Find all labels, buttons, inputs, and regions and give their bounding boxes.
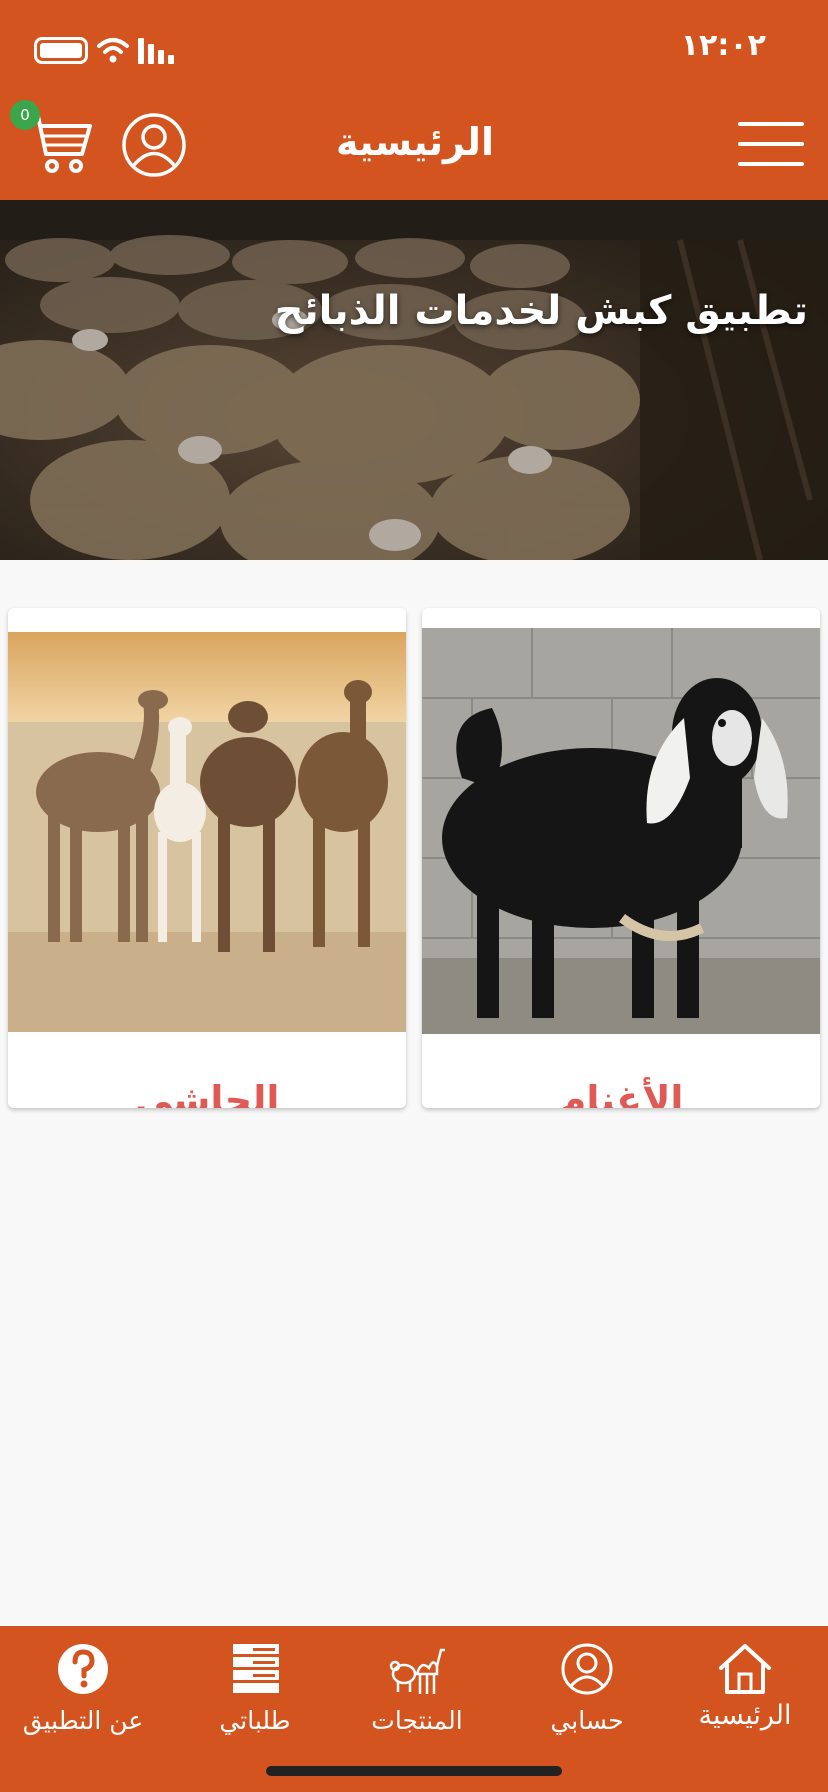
wifi-icon: [97, 38, 129, 63]
nav-item-orders[interactable]: طلباتي: [180, 1640, 330, 1750]
category-label-sheep: الأغنام: [558, 1078, 684, 1108]
nav-item-home[interactable]: الرئيسية: [670, 1640, 820, 1750]
nav-label-about: عن التطبيق: [22, 1706, 144, 1735]
profile-icon[interactable]: [121, 112, 187, 178]
category-label-camels: الحاشي: [134, 1078, 280, 1108]
goat-photo: [422, 628, 820, 1034]
home-indicator[interactable]: [266, 1766, 562, 1776]
app-header: ١٢:٠٢ 0 الرئيسية: [0, 0, 828, 200]
nav-label-account: حسابي: [550, 1706, 624, 1735]
hero-title: تطبيق كبش لخدمات الذبائح: [274, 288, 808, 334]
nav-label-orders: طلباتي: [219, 1706, 291, 1735]
signal-icon: [138, 38, 178, 64]
orders-icon: [233, 1644, 279, 1693]
nav-item-products[interactable]: المنتجات: [342, 1640, 492, 1750]
camel-sheep-icon: [389, 1648, 445, 1694]
status-time: ١٢:٠٢: [680, 28, 766, 63]
category-card-sheep[interactable]: الأغنام: [422, 608, 820, 1108]
hero-banner: تطبيق كبش لخدمات الذبائح: [0, 200, 828, 560]
page-title: الرئيسية: [336, 120, 494, 164]
question-icon: [58, 1644, 108, 1694]
nav-label-home: الرئيسية: [698, 1700, 792, 1731]
menu-icon[interactable]: [738, 122, 804, 168]
battery-icon: [34, 37, 88, 64]
profile-icon: [561, 1643, 613, 1695]
nav-label-products: المنتجات: [371, 1706, 463, 1735]
category-card-camels[interactable]: الحاشي: [8, 608, 406, 1108]
nav-item-account[interactable]: حسابي: [512, 1640, 662, 1750]
camels-photo: [8, 632, 406, 1032]
sheep-flock-image: [0, 200, 828, 560]
nav-item-about[interactable]: عن التطبيق: [8, 1640, 158, 1750]
cart-count-badge: 0: [10, 100, 40, 130]
home-icon: [719, 1644, 771, 1694]
